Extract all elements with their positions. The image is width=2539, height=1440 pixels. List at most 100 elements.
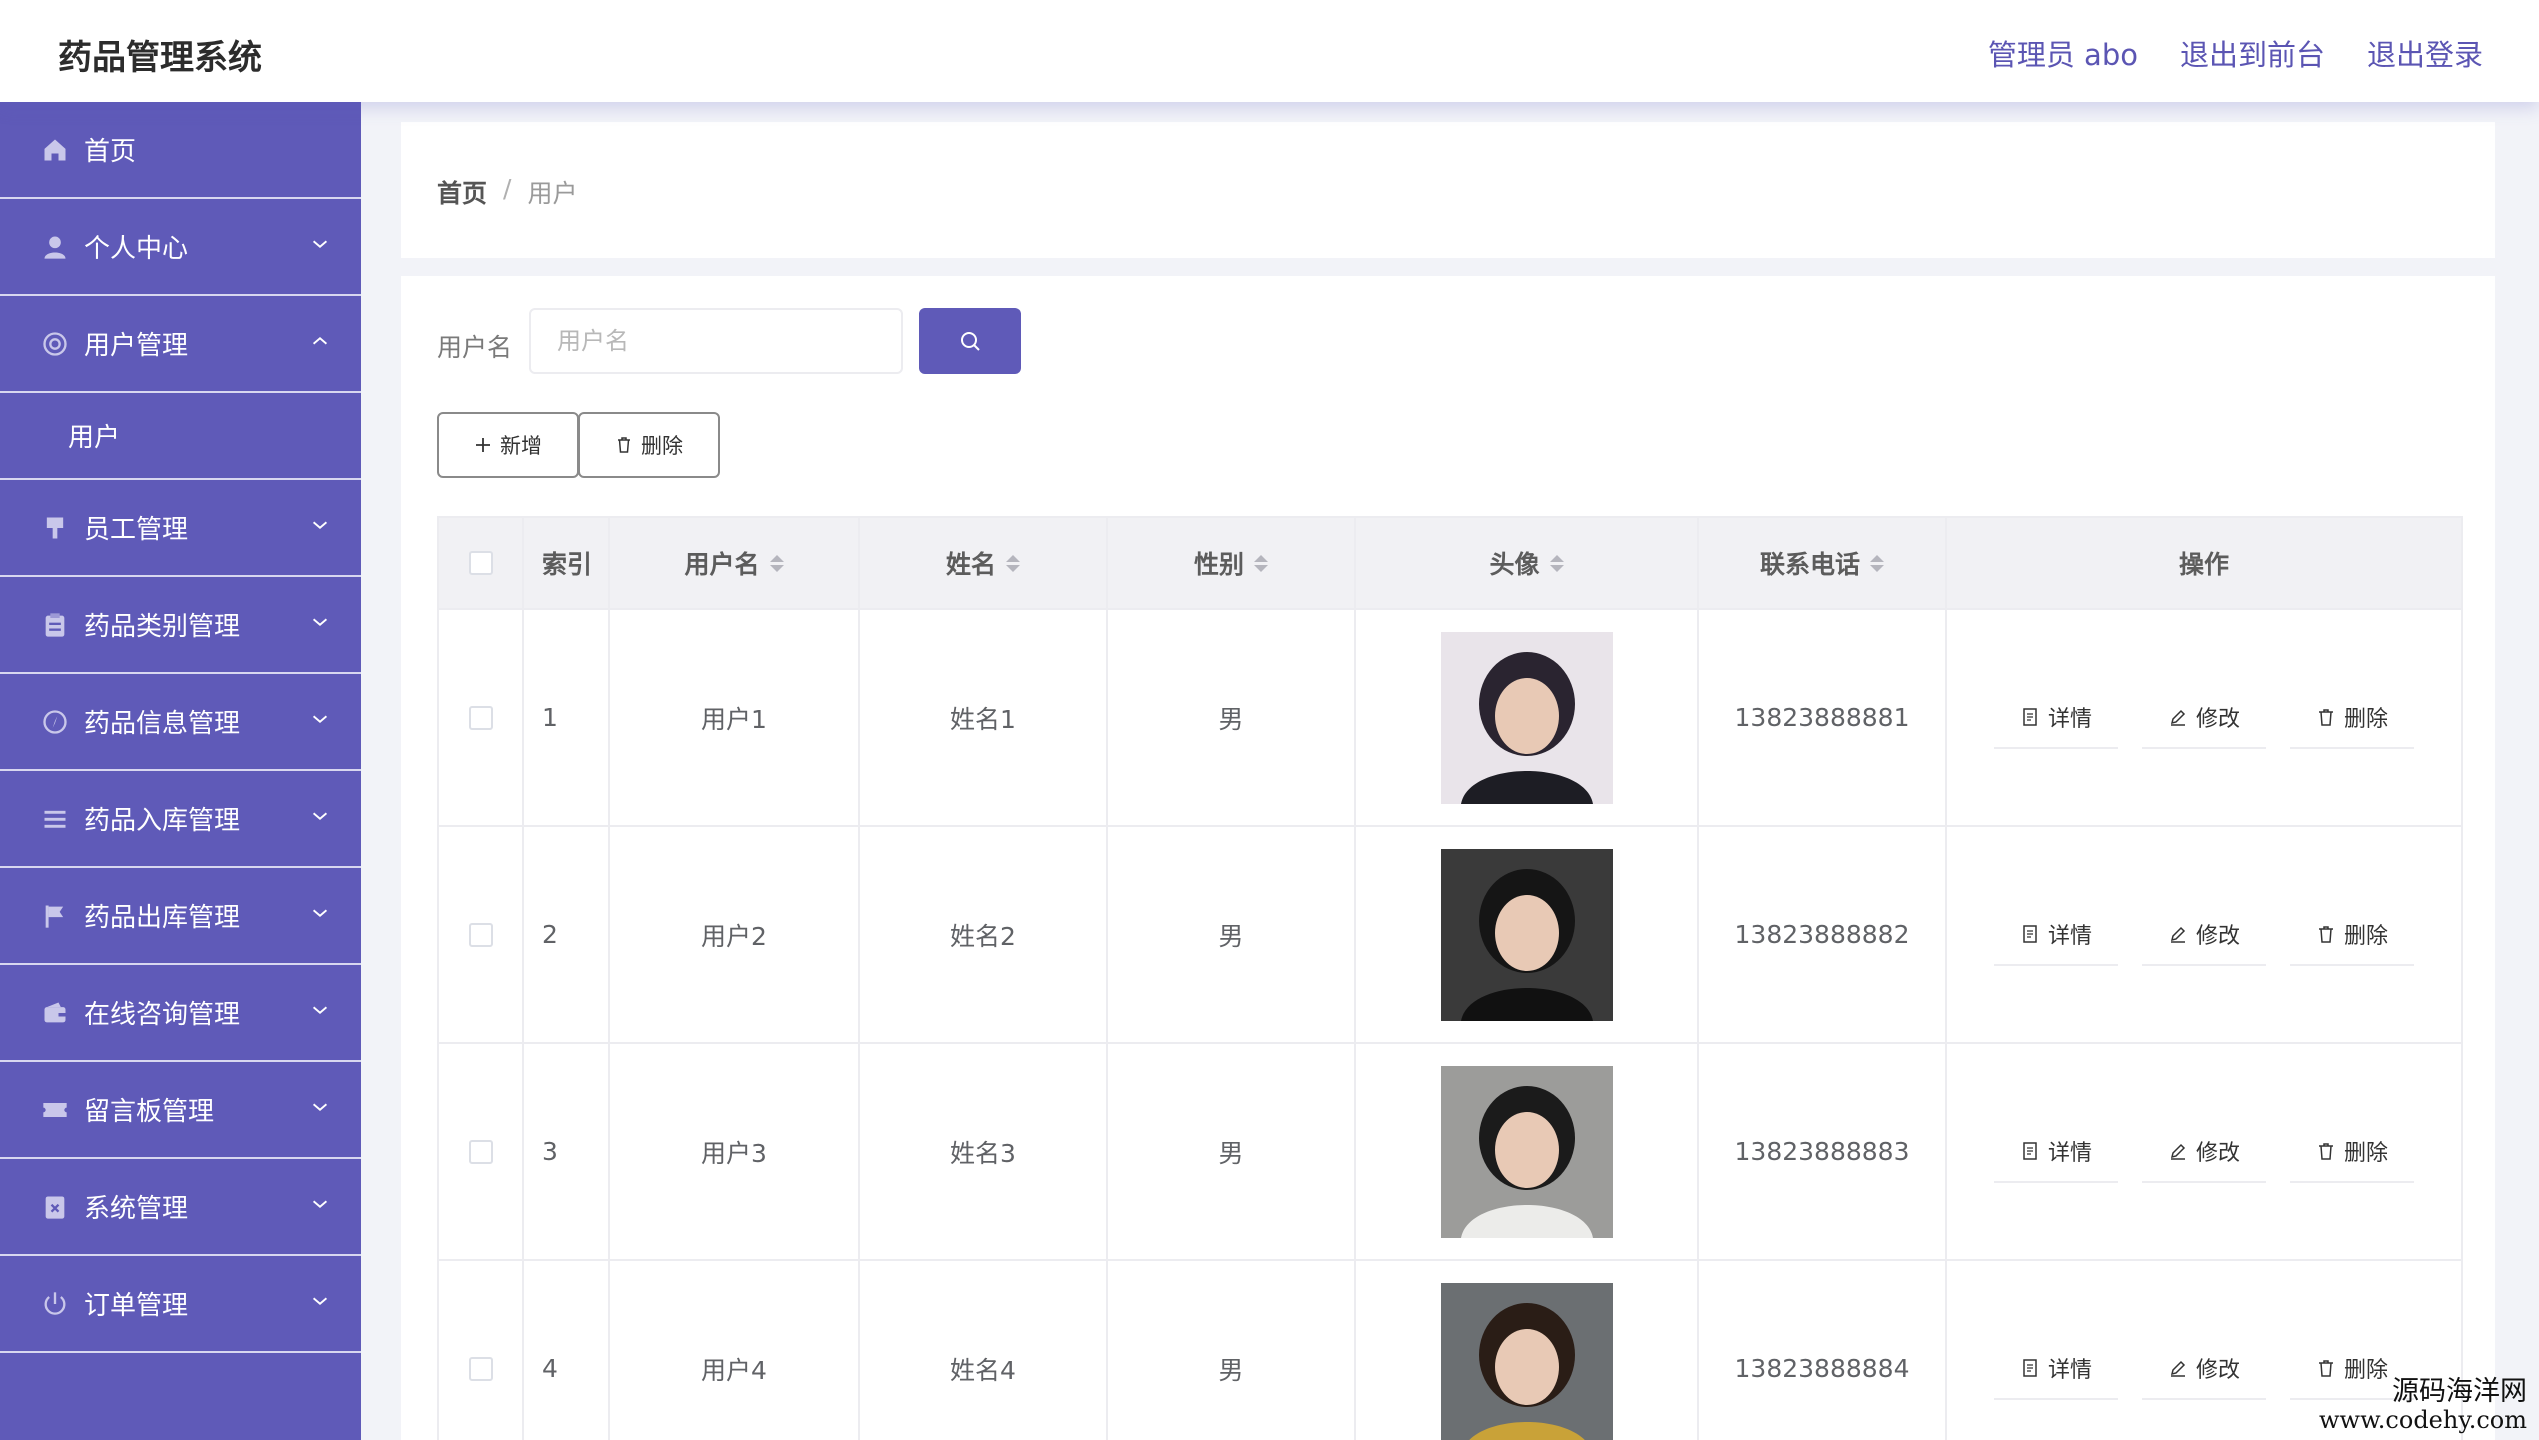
- header-links: 管理员 abo 退出到前台 退出登录: [1988, 32, 2483, 74]
- cell-avatar: [1356, 1261, 1699, 1440]
- delete-button[interactable]: 删除: [2290, 904, 2415, 966]
- detail-label: 详情: [2047, 923, 2092, 949]
- sidebar-item-message-board[interactable]: 留言板管理: [0, 1062, 361, 1159]
- header-username[interactable]: 用户名: [610, 518, 860, 608]
- ticket-icon: [40, 1095, 70, 1125]
- list-icon: [40, 804, 70, 834]
- chevron-down-icon: [312, 1006, 328, 1014]
- edit-button[interactable]: 修改: [2141, 1121, 2266, 1183]
- edit-label: 修改: [2195, 1140, 2240, 1166]
- row-checkbox[interactable]: [468, 1139, 493, 1164]
- header-label: 操作: [2178, 550, 2229, 579]
- table-row: 4 用户4 姓名4 男 13823888884 详情 修改 删除: [437, 1261, 2463, 1440]
- edit-label: 修改: [2195, 1357, 2240, 1383]
- row-checkbox[interactable]: [468, 922, 493, 947]
- chevron-up-icon: [312, 337, 328, 345]
- chevron-down-icon: [312, 521, 328, 529]
- cell-name: 姓名3: [860, 1044, 1108, 1259]
- edit-button[interactable]: 修改: [2141, 1338, 2266, 1400]
- sidebar-item-drug-outbound[interactable]: 药品出库管理: [0, 868, 361, 965]
- sort-icon[interactable]: [1549, 554, 1564, 572]
- delete-button[interactable]: 删除: [2290, 1121, 2415, 1183]
- breadcrumb: 首页 / 用户: [437, 174, 577, 210]
- sort-icon[interactable]: [1254, 554, 1268, 572]
- edit-button[interactable]: 修改: [2141, 904, 2266, 966]
- avatar[interactable]: [1440, 848, 1613, 1021]
- cell-username: 用户3: [610, 1044, 860, 1259]
- document-icon: [2023, 1141, 2037, 1160]
- avatar[interactable]: [1440, 631, 1613, 804]
- avatar[interactable]: [1440, 1282, 1613, 1440]
- chevron-down-icon: [312, 1200, 328, 1208]
- logout-link[interactable]: 退出登录: [2367, 32, 2483, 74]
- cell-avatar: [1356, 610, 1699, 825]
- cell-operations: 详情 修改 删除: [1947, 827, 2461, 1042]
- sort-icon[interactable]: [769, 554, 784, 572]
- sidebar-item-drug-category[interactable]: 药品类别管理: [0, 577, 361, 674]
- cell-index: 1: [524, 610, 610, 825]
- sidebar-item-label: 员工管理: [84, 515, 189, 545]
- header-label: 联系电话: [1759, 550, 1860, 579]
- sidebar-item-label: 系统管理: [84, 1194, 189, 1224]
- detail-button[interactable]: 详情: [1993, 1121, 2118, 1183]
- add-button[interactable]: 新增: [437, 412, 579, 478]
- user-table: 索引 用户名 姓名 性别 头像 联系电话 操作 1 用户1 姓名1 男 1382…: [437, 516, 2463, 1440]
- chevron-down-icon: [312, 812, 328, 820]
- header-sex[interactable]: 性别: [1108, 518, 1356, 608]
- row-checkbox[interactable]: [468, 705, 493, 730]
- search-button[interactable]: [919, 308, 1021, 374]
- sidebar: 首页 个人中心 用户管理 用户 员工管理 药品类别管理 药品信息管理 药品入库管…: [0, 102, 361, 1440]
- avatar[interactable]: [1440, 1065, 1613, 1238]
- admin-user-label[interactable]: 管理员 abo: [1988, 32, 2138, 74]
- cell-sex: 男: [1108, 827, 1356, 1042]
- detail-button[interactable]: 详情: [1993, 904, 2118, 966]
- header-operations: 操作: [1947, 518, 2461, 608]
- sidebar-item-label: 药品入库管理: [84, 806, 241, 836]
- sort-icon[interactable]: [1006, 554, 1020, 572]
- sidebar-item-drug-info[interactable]: 药品信息管理: [0, 674, 361, 771]
- row-checkbox[interactable]: [468, 1356, 493, 1381]
- document-icon: [2023, 924, 2037, 943]
- cell-username: 用户4: [610, 1261, 860, 1440]
- batch-delete-button[interactable]: 删除: [578, 412, 720, 478]
- cell-operations: 详情 修改 删除: [1947, 610, 2461, 825]
- top-header: 药品管理系统 管理员 abo 退出到前台 退出登录: [0, 0, 2539, 102]
- document-icon: [2023, 707, 2037, 726]
- sidebar-item-system-management[interactable]: 系统管理: [0, 1159, 361, 1256]
- header-label: 姓名: [945, 550, 996, 579]
- delete-button[interactable]: 删除: [2290, 687, 2415, 749]
- select-all-checkbox[interactable]: [468, 551, 493, 575]
- detail-button[interactable]: 详情: [1993, 1338, 2118, 1400]
- detail-button[interactable]: 详情: [1993, 687, 2118, 749]
- edit-button[interactable]: 修改: [2141, 687, 2266, 749]
- header-phone[interactable]: 联系电话: [1699, 518, 1947, 608]
- sidebar-item-home[interactable]: 首页: [0, 102, 361, 199]
- header-avatar[interactable]: 头像: [1356, 518, 1699, 608]
- chevron-down-icon: [312, 715, 328, 723]
- header-name[interactable]: 姓名: [860, 518, 1108, 608]
- cell-index: 3: [524, 1044, 610, 1259]
- chevron-down-icon: [312, 909, 328, 917]
- sidebar-item-staff-management[interactable]: 员工管理: [0, 480, 361, 577]
- sidebar-item-label: 在线咨询管理: [84, 1000, 241, 1030]
- exit-to-front-link[interactable]: 退出到前台: [2180, 32, 2325, 74]
- brush-icon: [40, 513, 70, 543]
- header-label: 索引: [542, 550, 593, 579]
- sidebar-item-profile[interactable]: 个人中心: [0, 199, 361, 296]
- username-search-input[interactable]: [529, 308, 903, 374]
- header-index: 索引: [524, 518, 610, 608]
- breadcrumb-home[interactable]: 首页: [437, 174, 487, 210]
- sort-icon[interactable]: [1870, 554, 1884, 572]
- cell-name: 姓名2: [860, 827, 1108, 1042]
- sidebar-item-order-management[interactable]: 订单管理: [0, 1256, 361, 1353]
- cell-phone: 13823888883: [1699, 1044, 1947, 1259]
- sidebar-subitem-users[interactable]: 用户: [0, 393, 361, 480]
- sidebar-item-user-management[interactable]: 用户管理: [0, 296, 361, 393]
- sidebar-item-online-consult[interactable]: 在线咨询管理: [0, 965, 361, 1062]
- main-content-card: 用户名 新增 删除 索引 用户名 姓名 性别 头像 联系电话 操作 1 用户1 …: [401, 276, 2495, 1440]
- trash-icon: [2319, 1359, 2333, 1377]
- search-icon: [961, 332, 980, 351]
- header-label: 用户名: [684, 550, 760, 579]
- sidebar-item-label: 个人中心: [84, 234, 189, 264]
- sidebar-item-drug-inbound[interactable]: 药品入库管理: [0, 771, 361, 868]
